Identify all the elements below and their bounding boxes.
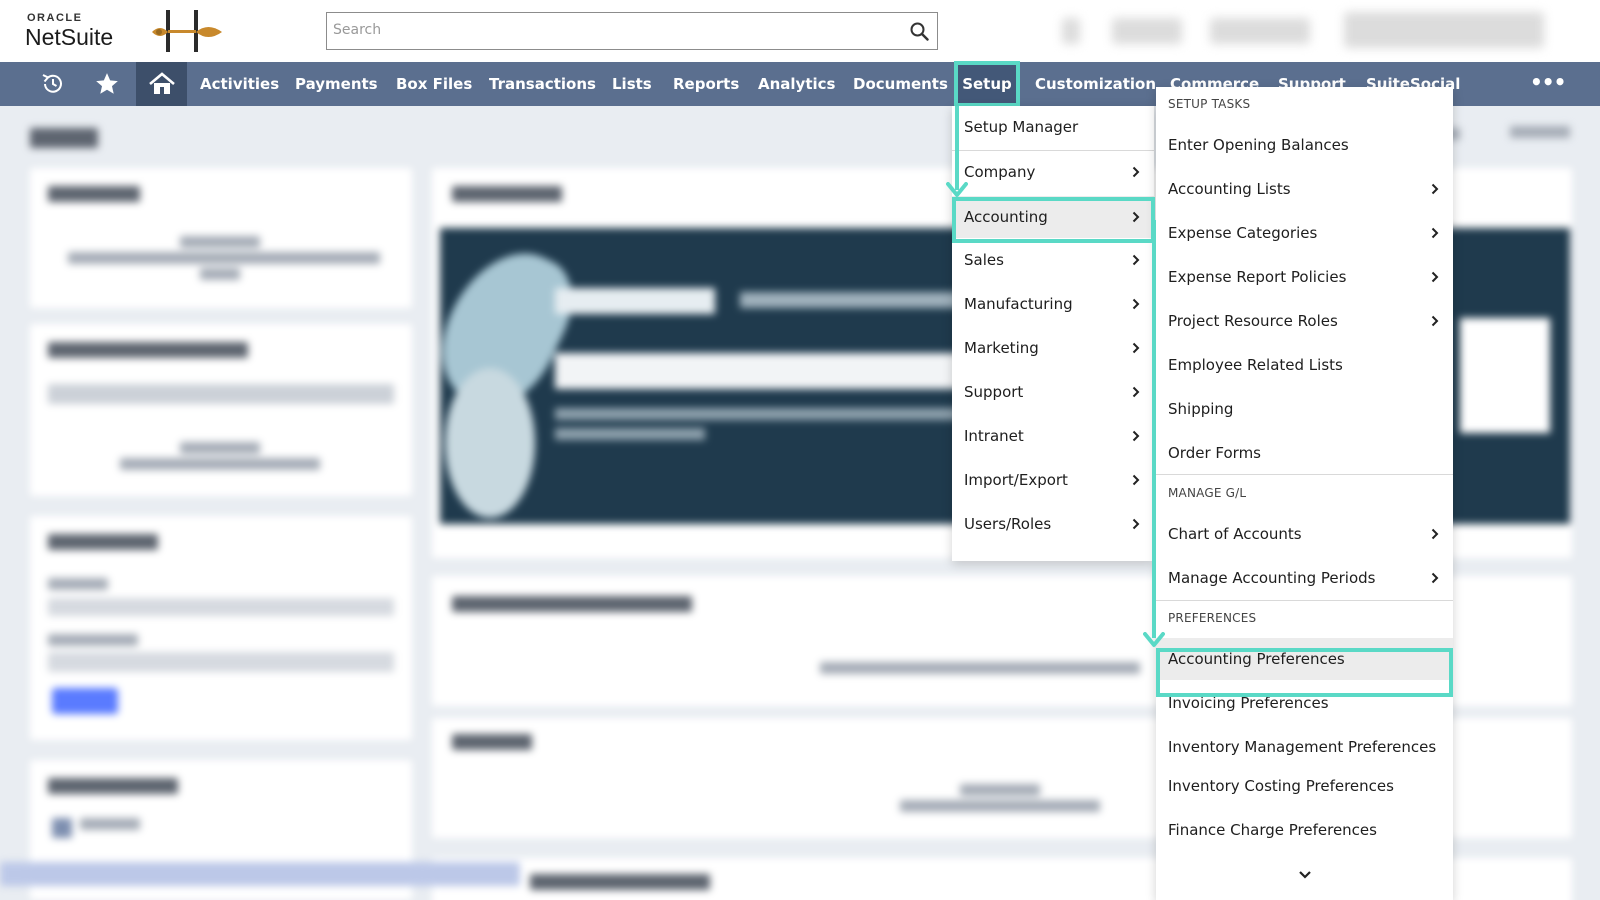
chevron-right-icon xyxy=(1132,517,1154,531)
menu-item-label: Invoicing Preferences xyxy=(1168,694,1329,712)
menu-item-intranet[interactable]: Intranet xyxy=(952,415,1154,457)
menu-item-label: Project Resource Roles xyxy=(1168,312,1338,330)
menu-item-company[interactable]: Company xyxy=(952,151,1154,193)
star-icon[interactable] xyxy=(82,62,132,106)
menu-item-label: Manufacturing xyxy=(964,295,1073,313)
menu-item-marketing[interactable]: Marketing xyxy=(952,327,1154,369)
menu-item-chart-of-accounts[interactable]: Chart of Accounts xyxy=(1156,513,1453,555)
menu-divider xyxy=(1156,474,1453,475)
user-menu-blurred[interactable] xyxy=(1344,12,1544,48)
menu-item-label: Import/Export xyxy=(964,471,1068,489)
history-icon[interactable] xyxy=(28,62,78,106)
menu-item-manufacturing[interactable]: Manufacturing xyxy=(952,283,1154,325)
menu-item-label: Inventory Costing Preferences xyxy=(1168,777,1394,795)
chevron-right-icon xyxy=(1132,210,1154,224)
menu-item-import-export[interactable]: Import/Export xyxy=(952,459,1154,501)
menu-item-expense-report-policies[interactable]: Expense Report Policies xyxy=(1156,256,1453,298)
nav-reports[interactable]: Reports xyxy=(673,62,739,106)
setup-menu: Setup Manager Company Accounting Sales M… xyxy=(952,106,1154,561)
chevron-down-icon[interactable] xyxy=(1156,870,1453,890)
search-icon[interactable] xyxy=(909,21,929,41)
chevron-right-icon xyxy=(1431,571,1453,585)
menu-item-finance-charge-preferences[interactable]: Finance Charge Preferences xyxy=(1156,809,1453,851)
section-title-setup-tasks: SETUP TASKS xyxy=(1168,97,1251,111)
menu-item-invoicing-preferences[interactable]: Invoicing Preferences xyxy=(1156,682,1453,724)
chevron-right-icon xyxy=(1132,473,1154,487)
chevron-right-icon xyxy=(1132,429,1154,443)
menu-item-label: Finance Charge Preferences xyxy=(1168,821,1377,839)
nav-documents[interactable]: Documents xyxy=(853,62,948,106)
brand-logo-icon xyxy=(152,10,222,52)
menu-item-label: Shipping xyxy=(1168,400,1234,418)
menu-item-shipping[interactable]: Shipping xyxy=(1156,388,1453,430)
menu-item-label: Accounting Lists xyxy=(1168,180,1291,198)
top-header: ORACLE NetSuite xyxy=(0,0,1600,62)
menu-item-label: Inventory Management Preferences xyxy=(1168,738,1437,756)
chevron-right-icon xyxy=(1132,253,1154,267)
menu-item-label: Order Forms xyxy=(1168,444,1261,462)
nav-payments[interactable]: Payments xyxy=(295,62,378,106)
menu-divider xyxy=(1156,600,1453,601)
menu-item-label: Users/Roles xyxy=(964,515,1052,533)
search-input[interactable] xyxy=(327,13,887,47)
menu-item-label: Expense Report Policies xyxy=(1168,268,1347,286)
menu-item-expense-categories[interactable]: Expense Categories xyxy=(1156,212,1453,254)
section-title-manage-gl: MANAGE G/L xyxy=(1168,486,1247,500)
menu-item-label: Company xyxy=(964,163,1036,181)
menu-item-project-resource-roles[interactable]: Project Resource Roles xyxy=(1156,300,1453,342)
nav-transactions[interactable]: Transactions xyxy=(489,62,596,106)
chevron-right-icon xyxy=(1132,165,1154,179)
help-link-blurred[interactable] xyxy=(1112,18,1182,44)
menu-item-accounting[interactable]: Accounting xyxy=(952,196,1154,238)
menu-item-sales[interactable]: Sales xyxy=(952,239,1154,281)
menu-item-employee-related-lists[interactable]: Employee Related Lists xyxy=(1156,344,1453,386)
menu-item-label: Chart of Accounts xyxy=(1168,525,1302,543)
menu-item-label: Setup Manager xyxy=(964,118,1079,136)
menu-item-setup-manager[interactable]: Setup Manager xyxy=(952,106,1154,148)
menu-item-accounting-lists[interactable]: Accounting Lists xyxy=(1156,168,1453,210)
global-search[interactable] xyxy=(326,12,938,50)
menu-item-users-roles[interactable]: Users/Roles xyxy=(952,503,1154,545)
menu-item-order-forms[interactable]: Order Forms xyxy=(1156,432,1453,474)
chevron-right-icon xyxy=(1431,182,1453,196)
menu-item-inventory-management-preferences[interactable]: Inventory Management Preferences xyxy=(1156,726,1453,768)
netsuite-logo-text[interactable]: NetSuite xyxy=(25,24,113,51)
chevron-right-icon xyxy=(1431,314,1453,328)
accounting-submenu: SETUP TASKS Enter Opening Balances Accou… xyxy=(1156,87,1453,900)
menu-item-label: Expense Categories xyxy=(1168,224,1318,242)
home-icon[interactable] xyxy=(136,62,187,106)
nav-activities[interactable]: Activities xyxy=(200,62,279,106)
chevron-right-icon xyxy=(1132,341,1154,355)
menu-item-label: Sales xyxy=(964,251,1004,269)
nav-box-files[interactable]: Box Files xyxy=(396,62,472,106)
menu-item-label: Intranet xyxy=(964,427,1024,445)
menu-item-label: Accounting xyxy=(964,208,1048,226)
more-menu-icon[interactable]: ••• xyxy=(1530,62,1566,106)
nav-analytics[interactable]: Analytics xyxy=(758,62,835,106)
nav-setup[interactable]: Setup xyxy=(954,61,1020,107)
menu-item-enter-opening-balances[interactable]: Enter Opening Balances xyxy=(1156,124,1453,166)
oracle-logo-text: ORACLE xyxy=(27,12,83,24)
menu-item-label: Marketing xyxy=(964,339,1039,357)
chevron-right-icon xyxy=(1132,297,1154,311)
chevron-right-icon xyxy=(1431,226,1453,240)
nav-lists[interactable]: Lists xyxy=(612,62,652,106)
menu-item-inventory-costing-preferences[interactable]: Inventory Costing Preferences xyxy=(1156,765,1453,807)
menu-item-label: Support xyxy=(964,383,1024,401)
menu-item-label: Accounting Preferences xyxy=(1168,650,1345,668)
chevron-right-icon xyxy=(1132,385,1154,399)
chevron-right-icon xyxy=(1431,527,1453,541)
section-title-preferences: PREFERENCES xyxy=(1168,611,1257,625)
feedback-link-blurred[interactable] xyxy=(1210,18,1310,44)
menu-item-accounting-preferences[interactable]: Accounting Preferences xyxy=(1156,638,1453,680)
header-icon-blurred[interactable] xyxy=(1062,18,1080,44)
menu-item-label: Manage Accounting Periods xyxy=(1168,569,1376,587)
menu-item-label: Employee Related Lists xyxy=(1168,356,1343,374)
menu-item-manage-accounting-periods[interactable]: Manage Accounting Periods xyxy=(1156,557,1453,599)
menu-item-support[interactable]: Support xyxy=(952,371,1154,413)
chevron-right-icon xyxy=(1431,270,1453,284)
nav-customization[interactable]: Customization xyxy=(1035,62,1156,106)
menu-item-label: Enter Opening Balances xyxy=(1168,136,1349,154)
